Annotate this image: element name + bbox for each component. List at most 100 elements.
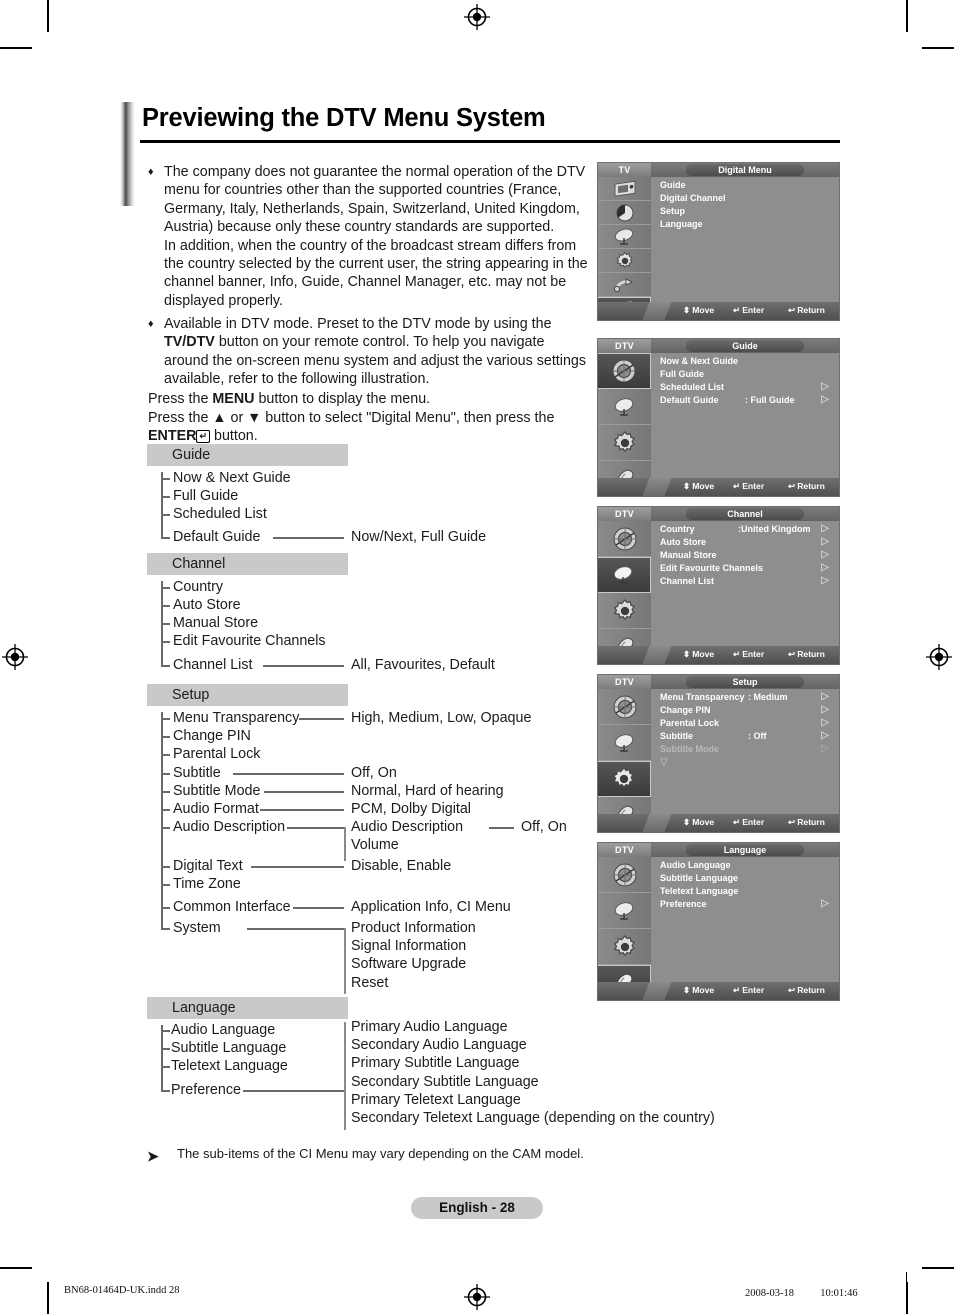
tv-footer-enter[interactable]: ↵ Enter [733,305,764,316]
tv-row[interactable]: Now & Next Guide [660,356,833,369]
sound-icon[interactable] [598,201,651,225]
tv-row[interactable]: Full Guide [660,369,833,382]
tree-section-label: Language [172,1000,236,1016]
tree-tick [161,827,170,829]
tv-footer-move-label: Move [692,817,715,827]
chevron-right-icon: ▷ [821,562,829,573]
tv-row[interactable]: Parental Lock ▷ [660,717,833,731]
tree-subgroup-bar-audio-description [344,827,346,861]
tv-footer-enter[interactable]: ↵ Enter [733,985,764,996]
tv-row[interactable]: Change PIN ▷ [660,704,833,718]
title-underline [140,140,840,143]
tv-row-label: Subtitle [660,731,693,741]
tree-value-audio-description-sub: Audio Description [351,819,464,835]
tv-row[interactable]: Subtitle Mode ▷ [660,743,833,757]
tv-footer-nub [642,302,672,320]
tree-tick [161,773,170,775]
enter-button-label: ENTER [148,428,197,445]
tv-row-label: Change PIN [660,705,711,715]
tv-footer-return[interactable]: ↩ Return [788,649,825,660]
intro-bullet-1b-text: In addition, when the country of the bro… [164,237,588,309]
tv-footer-return[interactable]: ↩ Return [788,985,825,996]
tv-row[interactable]: Setup [660,206,833,219]
channel-icon[interactable] [598,389,651,425]
enter-key-icon: ↵ [733,305,741,315]
press2-pre: Press the ▲ or ▼ button to select "Digit… [148,409,555,426]
tv-sidebar [598,353,651,496]
tv-footer-move[interactable]: ⬍ Move [683,481,714,492]
tree-value-software-upgrade: Software Upgrade [351,956,467,972]
tv-footer-enter[interactable]: ↵ Enter [733,481,764,492]
tv-footer-enter-label: Enter [742,305,765,315]
tv-row-label: Teletext Language [660,886,739,896]
tv-mode-label: DTV [598,339,651,353]
tv-row[interactable]: Language [660,219,833,232]
tv-title: Guide [686,340,804,352]
input-icon[interactable] [598,273,651,297]
tree-value-reset: Reset [351,975,389,991]
tv-row[interactable]: Audio Language [660,860,833,873]
tv-title: Language [686,844,804,856]
tv-row[interactable]: Digital Channel [660,193,833,206]
chevron-right-icon: ▷ [821,730,829,741]
registration-mark-left [2,644,28,670]
channel-icon[interactable] [598,725,651,761]
tv-row[interactable]: Guide [660,180,833,193]
footer-timestamp: 2008-03-18 10:01:46 [745,1288,858,1299]
setup-icon[interactable] [598,761,651,797]
tv-footer-move[interactable]: ⬍ Move [683,305,714,316]
tv-menu-body: Country:United Kingdom ▷ Auto Store ▷ Manu… [651,521,839,646]
tree-item-scheduled-list: Scheduled List [173,506,267,522]
footnote: ➤ The sub-items of the CI Menu may vary … [147,1146,584,1164]
tv-row[interactable]: Edit Favourite Channels ▷ [660,562,833,576]
tv-footer-move[interactable]: ⬍ Move [683,649,714,660]
picture-icon[interactable] [598,177,651,201]
tree-item-menu-transparency: Menu Transparency [173,710,300,726]
tv-footer-return[interactable]: ↩ Return [788,817,825,828]
tv-row[interactable]: Menu Transparency: Medium ▷ [660,691,833,705]
setup-icon[interactable] [598,929,651,965]
guide-icon[interactable] [598,353,651,389]
channel-icon[interactable] [598,557,651,593]
tree-item-audio-format: Audio Format [173,801,259,817]
tv-footer-move[interactable]: ⬍ Move [683,985,714,996]
tv-row[interactable]: Preference ▷ [660,898,833,912]
channel-icon[interactable] [598,225,651,249]
move-arrows-icon: ⬍ [683,817,691,827]
channel-icon[interactable] [598,893,651,929]
tv-footer-return[interactable]: ↩ Return [788,481,825,492]
tv-row[interactable]: Manual Store ▷ [660,549,833,563]
tree-value-subtitle-mode: Normal, Hard of hearing [351,783,504,799]
tv-row[interactable]: Default Guide: Full Guide ▷ [660,394,833,408]
scroll-down-indicator-icon[interactable]: ▽ [660,757,668,768]
tv-row[interactable]: Auto Store ▷ [660,536,833,550]
tv-sidebar [598,521,651,664]
guide-icon[interactable] [598,689,651,725]
tv-footer-move[interactable]: ⬍ Move [683,817,714,828]
tv-mode-label: DTV [598,507,651,521]
tree-tick [161,1048,170,1050]
tv-row[interactable]: Scheduled List ▷ [660,381,833,395]
guide-icon[interactable] [598,857,651,893]
tree-value-default-guide: Now/Next, Full Guide [351,529,487,545]
tree-section-header-language: Language [147,997,348,1019]
setup-icon[interactable] [598,425,651,461]
tree-tick [161,665,170,667]
tv-footer-return[interactable]: ↩ Return [788,305,825,316]
tv-footer-enter[interactable]: ↵ Enter [733,649,764,660]
tv-row[interactable]: Subtitle: Off ▷ [660,730,833,744]
tv-row[interactable]: Subtitle Language [660,873,833,886]
tv-footer-nub [642,814,672,832]
intro-bullet-2-text: Available in DTV mode. Preset to the DTV… [164,315,588,389]
tv-row[interactable]: Teletext Language [660,886,833,899]
tv-row[interactable]: Channel List ▷ [660,575,833,589]
guide-icon[interactable] [598,521,651,557]
footnote-text: The sub-items of the CI Menu may vary de… [177,1146,584,1161]
tv-row-value: : Full Guide [745,395,795,405]
tv-row[interactable]: Country:United Kingdom ▷ [660,523,833,537]
tv-row-label: Setup [660,206,686,216]
tv-footer-enter[interactable]: ↵ Enter [733,817,764,828]
setup-icon[interactable] [598,593,651,629]
setup-icon[interactable] [598,249,651,273]
tree-item-now-next-guide: Now & Next Guide [173,470,291,486]
